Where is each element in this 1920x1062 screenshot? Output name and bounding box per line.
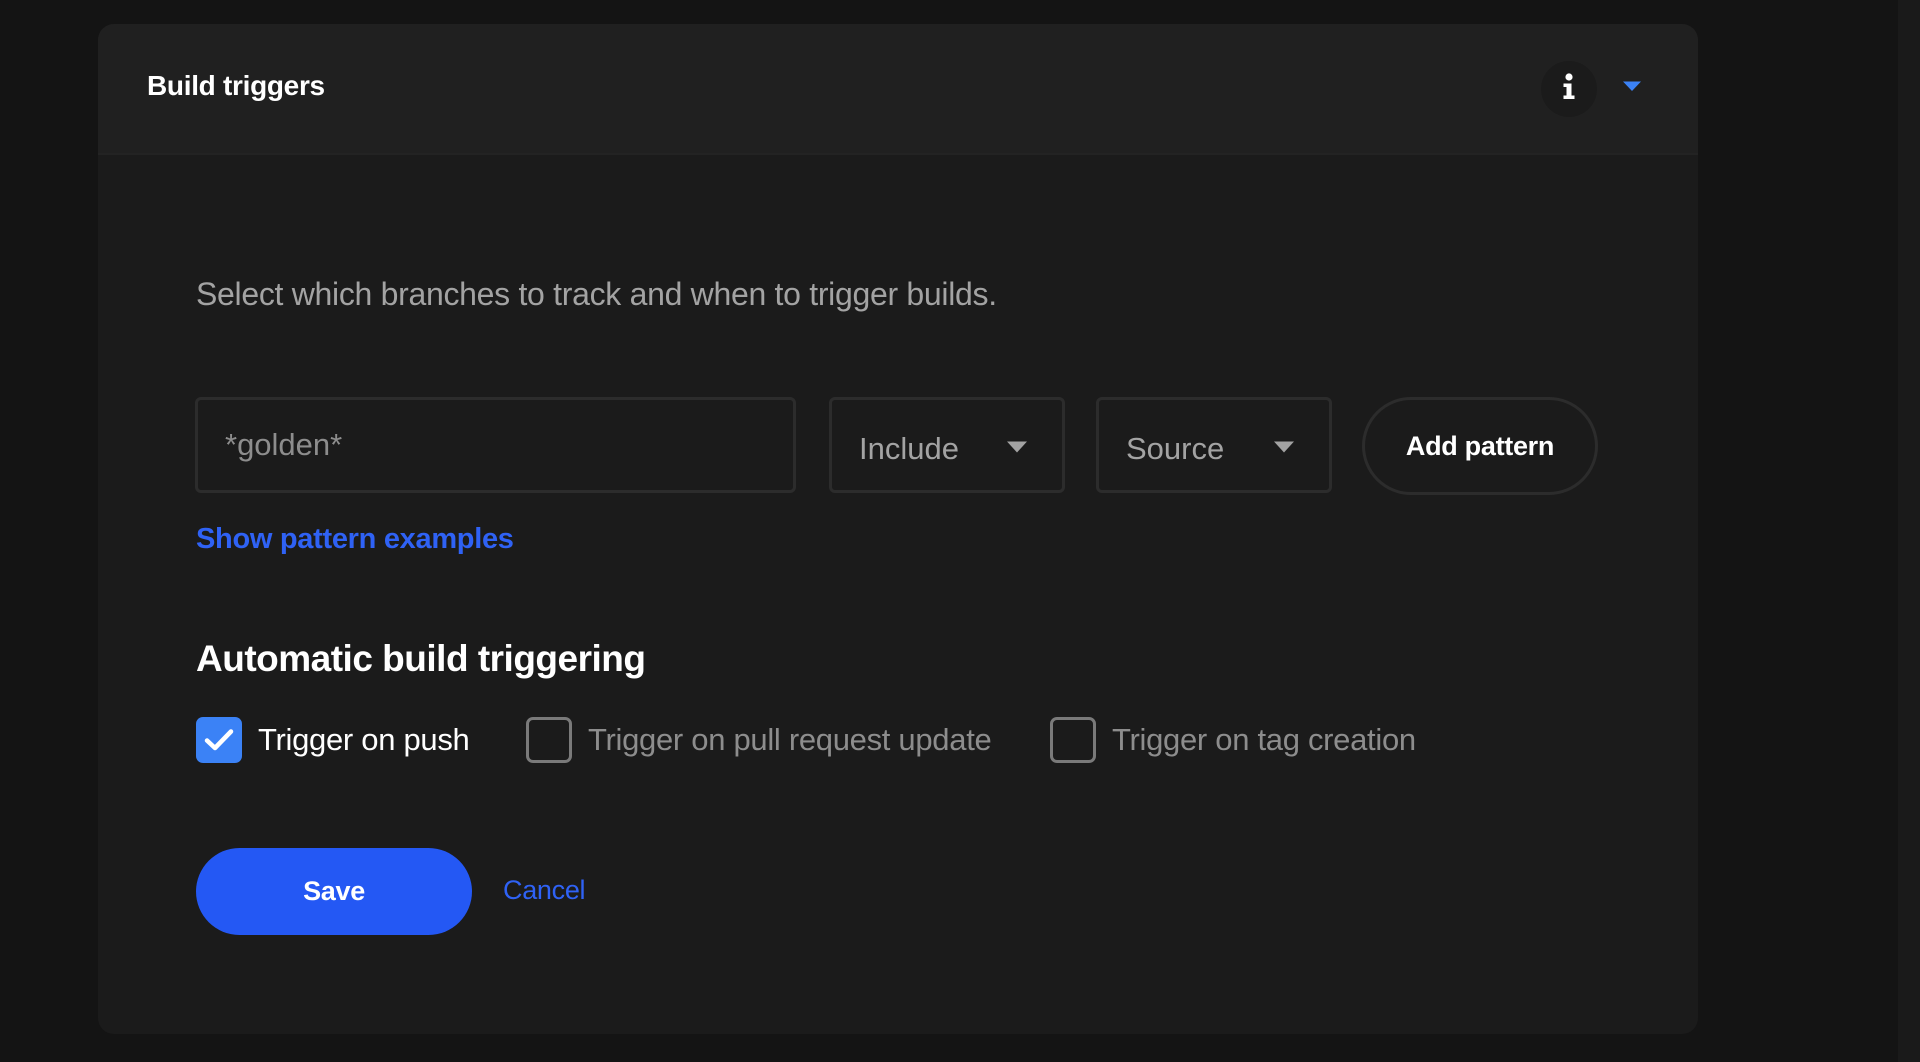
automatic-triggering-heading: Automatic build triggering (196, 638, 646, 679)
info-button[interactable] (1541, 61, 1597, 117)
include-exclude-select-value: Include (859, 431, 959, 466)
cancel-link[interactable]: Cancel (503, 875, 586, 906)
collapse-panel-button[interactable] (1614, 70, 1650, 106)
checkbox-unchecked-icon (526, 717, 572, 763)
include-exclude-select[interactable]: Include (829, 397, 1065, 493)
source-target-select[interactable]: Source (1096, 397, 1332, 493)
chevron-down-icon (1006, 440, 1028, 459)
panel-header: Build triggers (98, 24, 1698, 155)
add-pattern-button[interactable]: Add pattern (1362, 397, 1598, 495)
checkbox-unchecked-icon (1050, 717, 1096, 763)
chevron-down-icon (1273, 440, 1295, 459)
page-scrollbar-strip (1898, 0, 1920, 1062)
caret-down-icon (1622, 79, 1642, 97)
trigger-on-tag-creation-label: Trigger on tag creation (1112, 722, 1416, 757)
show-pattern-examples-link[interactable]: Show pattern examples (196, 523, 514, 556)
trigger-on-tag-creation-checkbox[interactable]: Trigger on tag creation (1050, 714, 1416, 766)
panel-description: Select which branches to track and when … (196, 276, 997, 312)
checkbox-checked-icon (196, 717, 242, 763)
panel-title: Build triggers (147, 70, 325, 101)
trigger-on-pr-update-label: Trigger on pull request update (588, 722, 992, 757)
info-icon (1561, 72, 1577, 106)
trigger-on-push-label: Trigger on push (258, 722, 470, 757)
trigger-on-push-checkbox[interactable]: Trigger on push (196, 714, 470, 766)
source-target-select-value: Source (1126, 431, 1225, 466)
build-triggers-panel: Build triggers Select which branches to … (98, 24, 1698, 1034)
save-button[interactable]: Save (196, 848, 472, 935)
branch-pattern-input[interactable] (195, 397, 796, 493)
trigger-on-pr-update-checkbox[interactable]: Trigger on pull request update (526, 714, 992, 766)
